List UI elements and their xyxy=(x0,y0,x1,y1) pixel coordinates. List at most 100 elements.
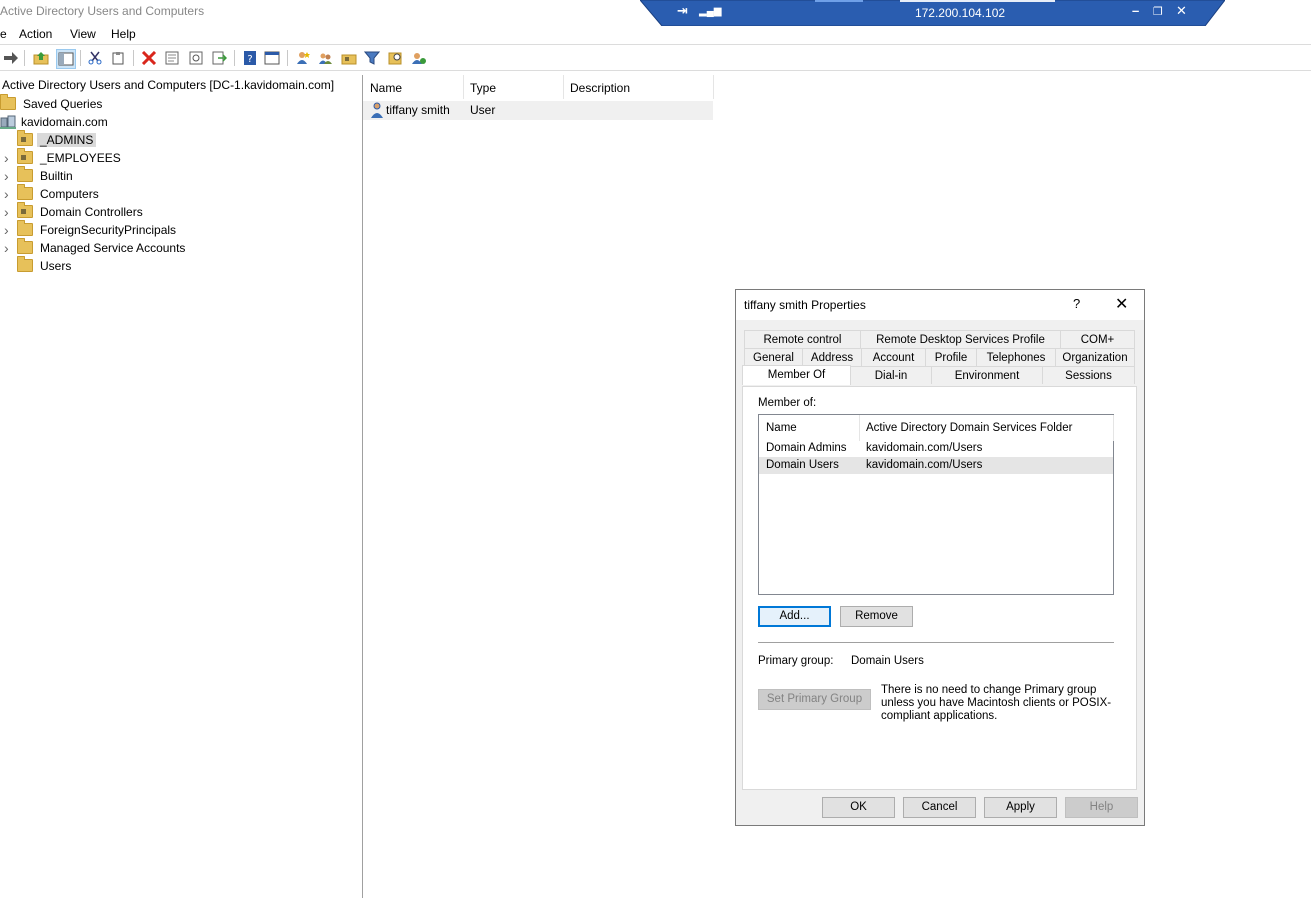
tab-address[interactable]: Address xyxy=(802,348,862,366)
tab-general[interactable]: General xyxy=(744,348,803,366)
close-icon[interactable]: ✕ xyxy=(1176,3,1187,19)
tree-node-employees[interactable]: › _EMPLOYEES xyxy=(4,148,124,166)
column-header-description[interactable]: Description xyxy=(563,75,714,99)
tree-node-domain-controllers[interactable]: › Domain Controllers xyxy=(4,202,146,220)
group-folder: kavidomain.com/Users xyxy=(866,442,983,454)
menu-file[interactable]: e xyxy=(0,27,7,41)
tab-sessions[interactable]: Sessions xyxy=(1042,366,1135,384)
list-cell-type: User xyxy=(470,103,496,117)
tab-telephones[interactable]: Telephones xyxy=(976,348,1056,366)
cancel-button[interactable]: Cancel xyxy=(903,797,976,818)
group-folder: kavidomain.com/Users xyxy=(866,459,983,471)
tree-node-builtin[interactable]: › Builtin xyxy=(4,166,76,184)
tab-dial-in[interactable]: Dial-in xyxy=(850,366,932,384)
dialog-titlebar[interactable]: tiffany smith Properties ? ✕ xyxy=(736,290,1144,320)
properties-icon[interactable] xyxy=(163,49,181,67)
chevron-right-icon[interactable]: › xyxy=(4,240,9,256)
column-header-name[interactable]: Name xyxy=(759,415,860,441)
column-header-name[interactable]: Name xyxy=(363,75,464,99)
console-view-icon[interactable] xyxy=(263,49,281,67)
tree-node-label: _ADMINS xyxy=(37,132,97,147)
tree-root[interactable]: Active Directory Users and Computers [DC… xyxy=(2,78,334,92)
pin-icon[interactable]: ⇥ xyxy=(677,3,688,19)
ok-button[interactable]: OK xyxy=(822,797,895,818)
ou-folder-icon xyxy=(17,202,33,218)
menu-bar: e Action View Help xyxy=(0,24,1311,45)
chevron-right-icon[interactable]: › xyxy=(4,222,9,238)
user-icon xyxy=(371,102,383,118)
new-user-icon[interactable] xyxy=(294,49,312,67)
console-tree[interactable]: Active Directory Users and Computers [DC… xyxy=(0,75,359,898)
tab-com-plus[interactable]: COM+ xyxy=(1060,330,1135,348)
refresh-icon[interactable] xyxy=(187,49,205,67)
rdp-address: 172.200.104.102 xyxy=(914,6,1006,20)
tree-node-admins[interactable]: _ADMINS xyxy=(17,130,97,148)
folder-icon xyxy=(17,220,33,236)
chevron-right-icon[interactable]: › xyxy=(4,168,9,184)
chevron-right-icon[interactable]: › xyxy=(4,186,9,202)
tree-node-label: Builtin xyxy=(40,168,73,183)
menu-action[interactable]: Action xyxy=(19,27,52,41)
set-primary-group-button[interactable]: Set Primary Group xyxy=(758,689,871,710)
folder-icon xyxy=(17,238,33,254)
group-name: Domain Users xyxy=(766,459,839,471)
rdp-connection-bar[interactable]: ⇥ ▂▄▆ 172.200.104.102 – ❐ ✕ xyxy=(640,0,1225,26)
chevron-right-icon[interactable]: › xyxy=(4,204,9,220)
minimize-icon[interactable]: – xyxy=(1132,3,1139,18)
add-button[interactable]: Add... xyxy=(758,606,831,627)
divider xyxy=(758,642,1114,643)
chevron-right-icon[interactable]: › xyxy=(4,150,9,166)
tree-node-computers[interactable]: › Computers xyxy=(4,184,102,202)
new-ou-icon[interactable] xyxy=(340,49,358,67)
help-icon[interactable]: ? xyxy=(241,49,259,67)
cut-icon[interactable] xyxy=(86,49,104,67)
list-item[interactable]: tiffany smith User xyxy=(363,101,713,120)
close-icon[interactable]: ✕ xyxy=(1115,294,1128,314)
paste-icon[interactable] xyxy=(109,49,127,67)
tree-node-foreignsecurityprincipals[interactable]: › ForeignSecurityPrincipals xyxy=(4,220,179,238)
tab-organization[interactable]: Organization xyxy=(1055,348,1135,366)
tree-node-label: Saved Queries xyxy=(23,96,103,111)
tree-node-users[interactable]: Users xyxy=(17,256,74,274)
tree-node-label: ForeignSecurityPrincipals xyxy=(40,222,177,237)
up-folder-icon[interactable] xyxy=(32,49,50,67)
help-icon[interactable]: ? xyxy=(1073,296,1080,311)
toolbar: ? xyxy=(0,46,1311,71)
new-group-icon[interactable] xyxy=(317,49,335,67)
tree-node-saved-queries[interactable]: Saved Queries xyxy=(0,94,105,112)
help-button[interactable]: Help xyxy=(1065,797,1138,818)
primary-group-note: There is no need to change Primary group… xyxy=(881,684,1112,722)
apply-button[interactable]: Apply xyxy=(984,797,1057,818)
ou-folder-icon xyxy=(17,130,33,146)
tree-node-label: Computers xyxy=(40,186,99,201)
delete-icon[interactable] xyxy=(140,49,158,67)
remove-button[interactable]: Remove xyxy=(840,606,913,627)
add-to-group-icon[interactable] xyxy=(410,49,428,67)
show-tree-icon[interactable] xyxy=(56,49,76,69)
tree-node-label: _EMPLOYEES xyxy=(40,150,121,165)
primary-group-label: Primary group: xyxy=(758,655,834,667)
export-list-icon[interactable] xyxy=(210,49,228,67)
find-icon[interactable] xyxy=(387,49,405,67)
tab-account[interactable]: Account xyxy=(861,348,926,366)
tab-member-of[interactable]: Member Of xyxy=(742,365,851,385)
tree-node-managed-service-accounts[interactable]: › Managed Service Accounts xyxy=(4,238,188,256)
group-row[interactable]: Domain Admins kavidomain.com/Users xyxy=(759,440,1113,457)
tree-node-label: Domain Controllers xyxy=(40,204,143,219)
tab-remote-control[interactable]: Remote control xyxy=(744,330,861,348)
menu-view[interactable]: View xyxy=(70,27,96,41)
menu-help[interactable]: Help xyxy=(111,27,136,41)
column-header-type[interactable]: Type xyxy=(463,75,564,99)
tab-environment[interactable]: Environment xyxy=(931,366,1043,384)
tab-remote-desktop-services-profile[interactable]: Remote Desktop Services Profile xyxy=(860,330,1061,348)
restore-icon[interactable]: ❐ xyxy=(1153,5,1163,18)
column-header-folder[interactable]: Active Directory Domain Services Folder xyxy=(859,415,1114,441)
group-list[interactable]: Name Active Directory Domain Services Fo… xyxy=(758,414,1114,595)
group-row[interactable]: Domain Users kavidomain.com/Users xyxy=(759,457,1113,474)
dialog-title: tiffany smith Properties xyxy=(744,298,866,312)
forward-arrow-icon[interactable] xyxy=(2,49,20,67)
tree-node-domain[interactable]: kavidomain.com xyxy=(0,113,111,130)
filter-icon[interactable] xyxy=(363,49,381,67)
tab-profile[interactable]: Profile xyxy=(925,348,977,366)
primary-group-value: Domain Users xyxy=(851,655,924,667)
